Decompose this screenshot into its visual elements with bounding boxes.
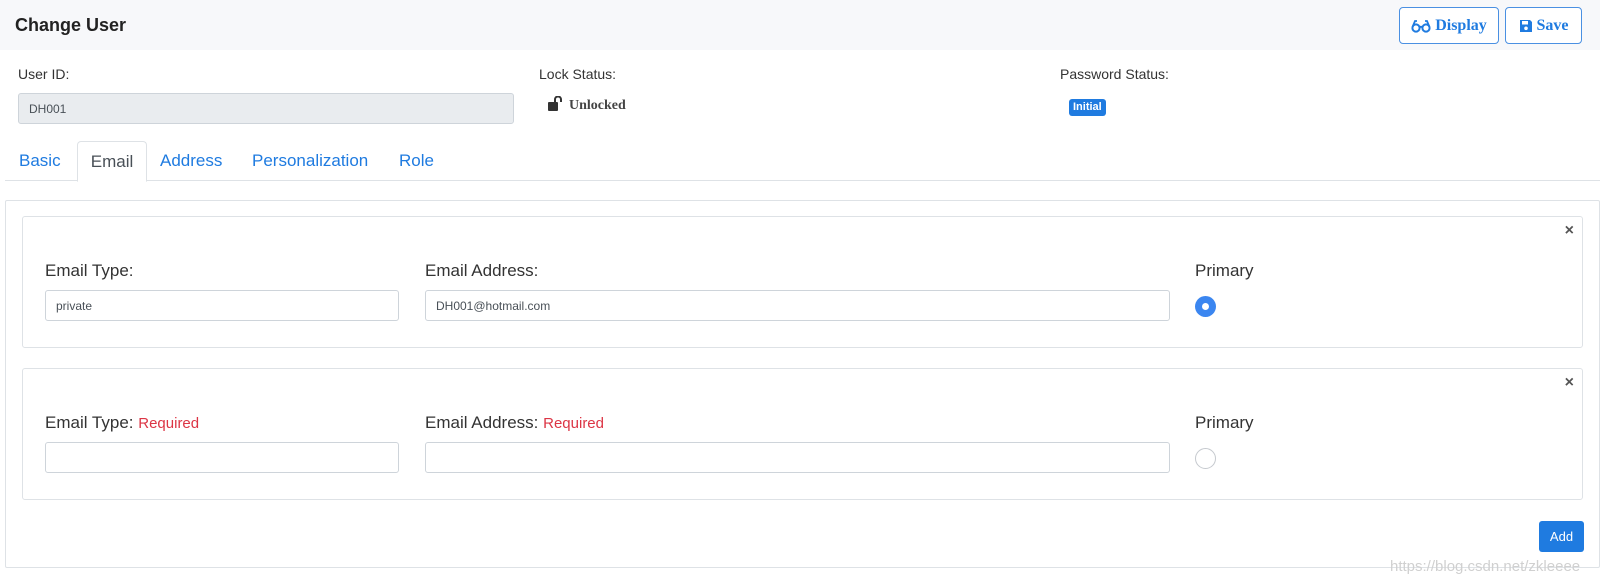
email-address-label-text: Email Address:: [425, 261, 539, 280]
required-error: Required: [543, 415, 604, 432]
email-card: × Email Type: Email Address: Primary: [22, 216, 1583, 348]
primary-label: Primary: [1195, 261, 1254, 280]
page-header: Change User Display Save: [0, 0, 1600, 50]
email-address-input[interactable]: [425, 442, 1170, 473]
unlock-icon: [548, 95, 565, 116]
display-label: Display: [1435, 16, 1487, 34]
lock-status-label: Lock Status:: [539, 66, 617, 82]
glasses-icon: [1411, 19, 1431, 33]
tab-basic[interactable]: Basic: [19, 141, 61, 181]
email-type-label: Email Type: Required: [45, 413, 199, 433]
email-type-label: Email Type:: [45, 261, 134, 281]
primary-radio[interactable]: [1195, 448, 1216, 469]
floppy-disk-icon: [1519, 19, 1533, 33]
close-icon[interactable]: ×: [1565, 222, 1574, 240]
tab-bar: Basic Email Address Personalization Role: [5, 141, 1600, 182]
close-icon[interactable]: ×: [1565, 374, 1574, 392]
email-type-label-text: Email Type:: [45, 413, 134, 432]
tab-email[interactable]: Email: [77, 141, 147, 182]
tab-role[interactable]: Role: [399, 141, 434, 181]
required-error: Required: [138, 415, 200, 432]
email-address-input[interactable]: [425, 290, 1170, 321]
email-type-input[interactable]: [45, 442, 399, 473]
user-id-input[interactable]: [18, 93, 514, 124]
save-label: Save: [1536, 16, 1569, 34]
user-id-label: User ID:: [18, 66, 70, 82]
save-button[interactable]: Save: [1505, 7, 1582, 44]
watermark: https://blog.csdn.net/zkleeee: [1390, 558, 1581, 575]
primary-label: Primary: [1195, 413, 1254, 432]
primary-radio[interactable]: [1195, 296, 1216, 317]
email-address-label: Email Address: Required: [425, 413, 604, 433]
email-type-label-text: Email Type:: [45, 261, 134, 280]
email-address-label-text: Email Address:: [425, 413, 539, 432]
tab-address[interactable]: Address: [160, 141, 222, 181]
lock-status-text: Unlocked: [569, 98, 626, 113]
email-card: × Email Type: Required Email Address: Re…: [22, 368, 1583, 500]
tab-personalization[interactable]: Personalization: [252, 141, 368, 181]
lock-status-value: Unlocked: [548, 95, 626, 116]
display-button[interactable]: Display: [1399, 7, 1499, 44]
password-status-label: Password Status:: [1060, 66, 1169, 82]
email-type-input[interactable]: [45, 290, 399, 321]
page-title: Change User: [15, 15, 127, 35]
email-address-label: Email Address:: [425, 261, 538, 281]
password-status-badge: Initial: [1069, 99, 1106, 116]
add-email-button[interactable]: Add: [1539, 521, 1584, 552]
